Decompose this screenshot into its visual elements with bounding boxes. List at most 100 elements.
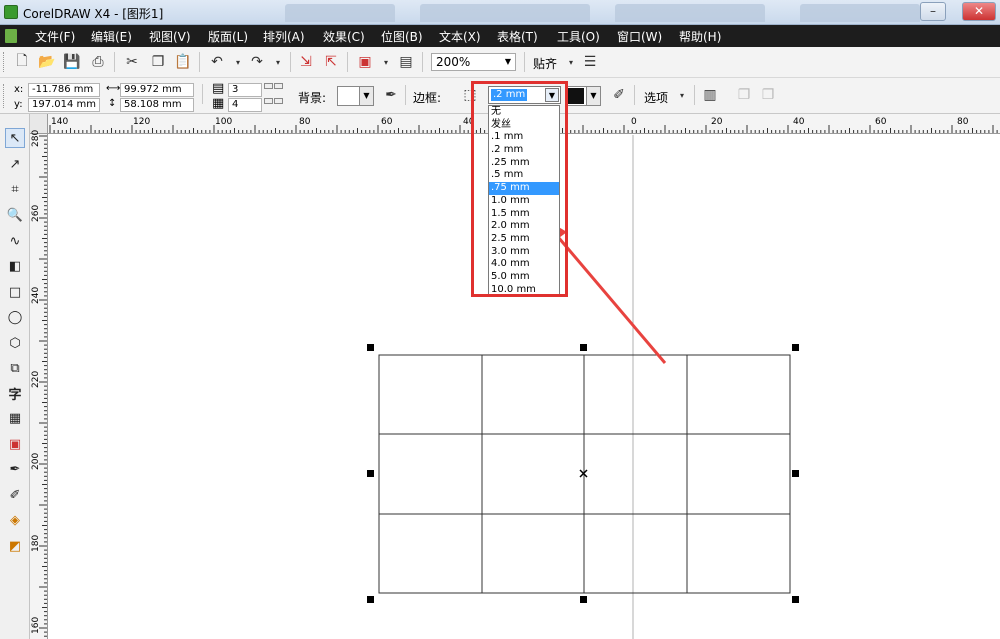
window-title: CorelDRAW X4 - [图形1] <box>23 7 164 21</box>
height-input[interactable]: 58.108 mm <box>120 98 194 112</box>
separator <box>694 85 695 105</box>
menu-tools[interactable]: 工具(O) <box>557 28 600 45</box>
interactive-blend-tool-icon[interactable]: ▣ <box>5 434 25 454</box>
width-input[interactable]: 99.972 mm <box>120 83 194 97</box>
separator <box>347 52 348 72</box>
paste-icon[interactable]: 📋 <box>173 52 193 72</box>
border-label: 边框: <box>413 91 442 105</box>
rows-spin-down[interactable] <box>274 83 283 89</box>
interactive-fill-tool-icon[interactable]: ◩ <box>5 536 25 556</box>
menu-help[interactable]: 帮助(H) <box>679 28 721 45</box>
menu-bitmaps[interactable]: 位图(B) <box>381 28 423 45</box>
menu-table[interactable]: 表格(T) <box>497 28 538 45</box>
columns-spin-down[interactable] <box>274 98 283 104</box>
ruler-label: 60 <box>875 117 887 127</box>
x-position-input[interactable]: -11.786 mm <box>28 83 100 97</box>
new-document-icon[interactable]: 🗋 <box>12 52 32 72</box>
outline-pen-icon[interactable]: ✐ <box>609 85 629 105</box>
background-color-picker[interactable]: ▼ <box>337 86 374 106</box>
wrap-text-icon[interactable]: ▥ <box>700 85 720 105</box>
separator <box>422 52 423 72</box>
application-launcher-icon[interactable]: ▣ <box>355 52 375 72</box>
outline-tool-icon[interactable]: ✐ <box>5 485 25 505</box>
options-button[interactable]: 选项 <box>644 89 668 106</box>
menu-view[interactable]: 视图(V) <box>149 28 191 45</box>
ungroup-icon: ❐ <box>761 87 775 103</box>
menu-effects[interactable]: 效果(C) <box>323 28 365 45</box>
chevron-down-icon[interactable]: ▼ <box>359 87 373 105</box>
annotation-highlight-box <box>471 81 568 297</box>
ellipse-tool-icon[interactable]: ◯ <box>5 307 25 327</box>
welcome-screen-icon[interactable]: ▤ <box>396 52 416 72</box>
ruler-label: 120 <box>133 117 151 127</box>
freehand-tool-icon[interactable]: ∿ <box>5 231 25 251</box>
zoom-tool-icon[interactable]: 🔍 <box>5 205 25 225</box>
options-list-icon[interactable]: ☰ <box>580 52 600 72</box>
redo-dropdown-icon[interactable]: ▾ <box>268 52 288 72</box>
columns-input[interactable]: 4 <box>228 98 262 112</box>
menu-file[interactable]: 文件(F) <box>35 28 75 45</box>
snap-dropdown-icon[interactable]: ▾ <box>561 52 581 72</box>
rectangle-tool-icon[interactable]: □ <box>5 282 25 302</box>
pick-tool-icon[interactable]: ↖ <box>5 128 25 148</box>
redo-icon[interactable]: ↷ <box>247 52 267 72</box>
toolbar-grip[interactable] <box>3 84 6 108</box>
copy-icon[interactable]: ❐ <box>148 52 168 72</box>
table-tool-icon[interactable]: ▦ <box>5 408 25 428</box>
ruler-label: 60 <box>381 117 393 127</box>
background-browser-tab <box>285 4 395 22</box>
open-icon[interactable]: 📂 <box>37 52 57 72</box>
minimize-button[interactable]: – <box>920 2 946 21</box>
chevron-down-icon[interactable]: ▼ <box>586 87 600 105</box>
menu-text[interactable]: 文本(X) <box>439 28 481 45</box>
edit-fill-icon[interactable]: ✒ <box>381 85 401 105</box>
basic-shapes-tool-icon[interactable]: ⧉ <box>5 358 25 378</box>
ruler-label: 220 <box>31 370 41 388</box>
print-icon[interactable]: ⎙ <box>88 52 108 72</box>
y-position-input[interactable]: 197.014 mm <box>28 98 100 112</box>
undo-dropdown-icon[interactable]: ▾ <box>228 52 248 72</box>
rows-input[interactable]: 3 <box>228 83 262 97</box>
undo-icon[interactable]: ↶ <box>207 52 227 72</box>
columns-spin-up[interactable] <box>264 98 273 104</box>
zoom-level-value: 200% <box>436 55 471 69</box>
ruler-label: 160 <box>31 616 41 634</box>
background-browser-tab <box>615 4 765 22</box>
save-icon[interactable]: 💾 <box>62 52 82 72</box>
ruler-label: 0 <box>631 117 637 127</box>
ruler-label: 240 <box>31 286 41 304</box>
rows-spin-up[interactable] <box>264 83 273 89</box>
zoom-level-combo[interactable]: 200% ▼ <box>431 53 516 71</box>
ruler-label: 180 <box>31 534 41 552</box>
menu-window[interactable]: 窗口(W) <box>617 28 662 45</box>
crop-tool-icon[interactable]: ⌗ <box>5 179 25 199</box>
ruler-label: 260 <box>31 204 41 222</box>
outline-color-picker[interactable]: ▼ <box>566 86 601 106</box>
background-browser-tab <box>800 4 920 22</box>
cut-icon[interactable]: ✂ <box>122 52 142 72</box>
text-tool-icon[interactable]: 字 <box>5 383 25 403</box>
fill-tool-icon[interactable]: ◈ <box>5 510 25 530</box>
y-label: y: <box>14 99 23 110</box>
menu-layout[interactable]: 版面(L) <box>208 28 248 45</box>
import-icon[interactable]: ⇲ <box>296 52 316 72</box>
ruler-label: 80 <box>957 117 969 127</box>
polygon-tool-icon[interactable]: ⬡ <box>5 333 25 353</box>
document-icon[interactable] <box>5 29 17 43</box>
ruler-label: 140 <box>51 117 69 127</box>
separator <box>202 84 203 104</box>
close-button[interactable]: ✕ <box>962 2 996 21</box>
eyedropper-tool-icon[interactable]: ✒ <box>5 459 25 479</box>
smart-fill-tool-icon[interactable]: ◧ <box>5 256 25 276</box>
shape-tool-icon[interactable]: ↗ <box>5 154 25 174</box>
export-icon[interactable]: ⇱ <box>321 52 341 72</box>
snap-to-button[interactable]: 贴齐 <box>533 55 557 72</box>
toolbar-grip[interactable] <box>3 52 6 72</box>
chevron-down-icon[interactable]: ▼ <box>501 54 515 70</box>
launcher-dropdown-icon[interactable]: ▾ <box>376 52 396 72</box>
options-dropdown-icon[interactable]: ▾ <box>672 85 692 105</box>
menu-arrange[interactable]: 排列(A) <box>263 28 305 45</box>
ruler-label: 100 <box>215 117 233 127</box>
table-columns-icon: ▦ <box>212 96 225 111</box>
menu-edit[interactable]: 编辑(E) <box>91 28 132 45</box>
